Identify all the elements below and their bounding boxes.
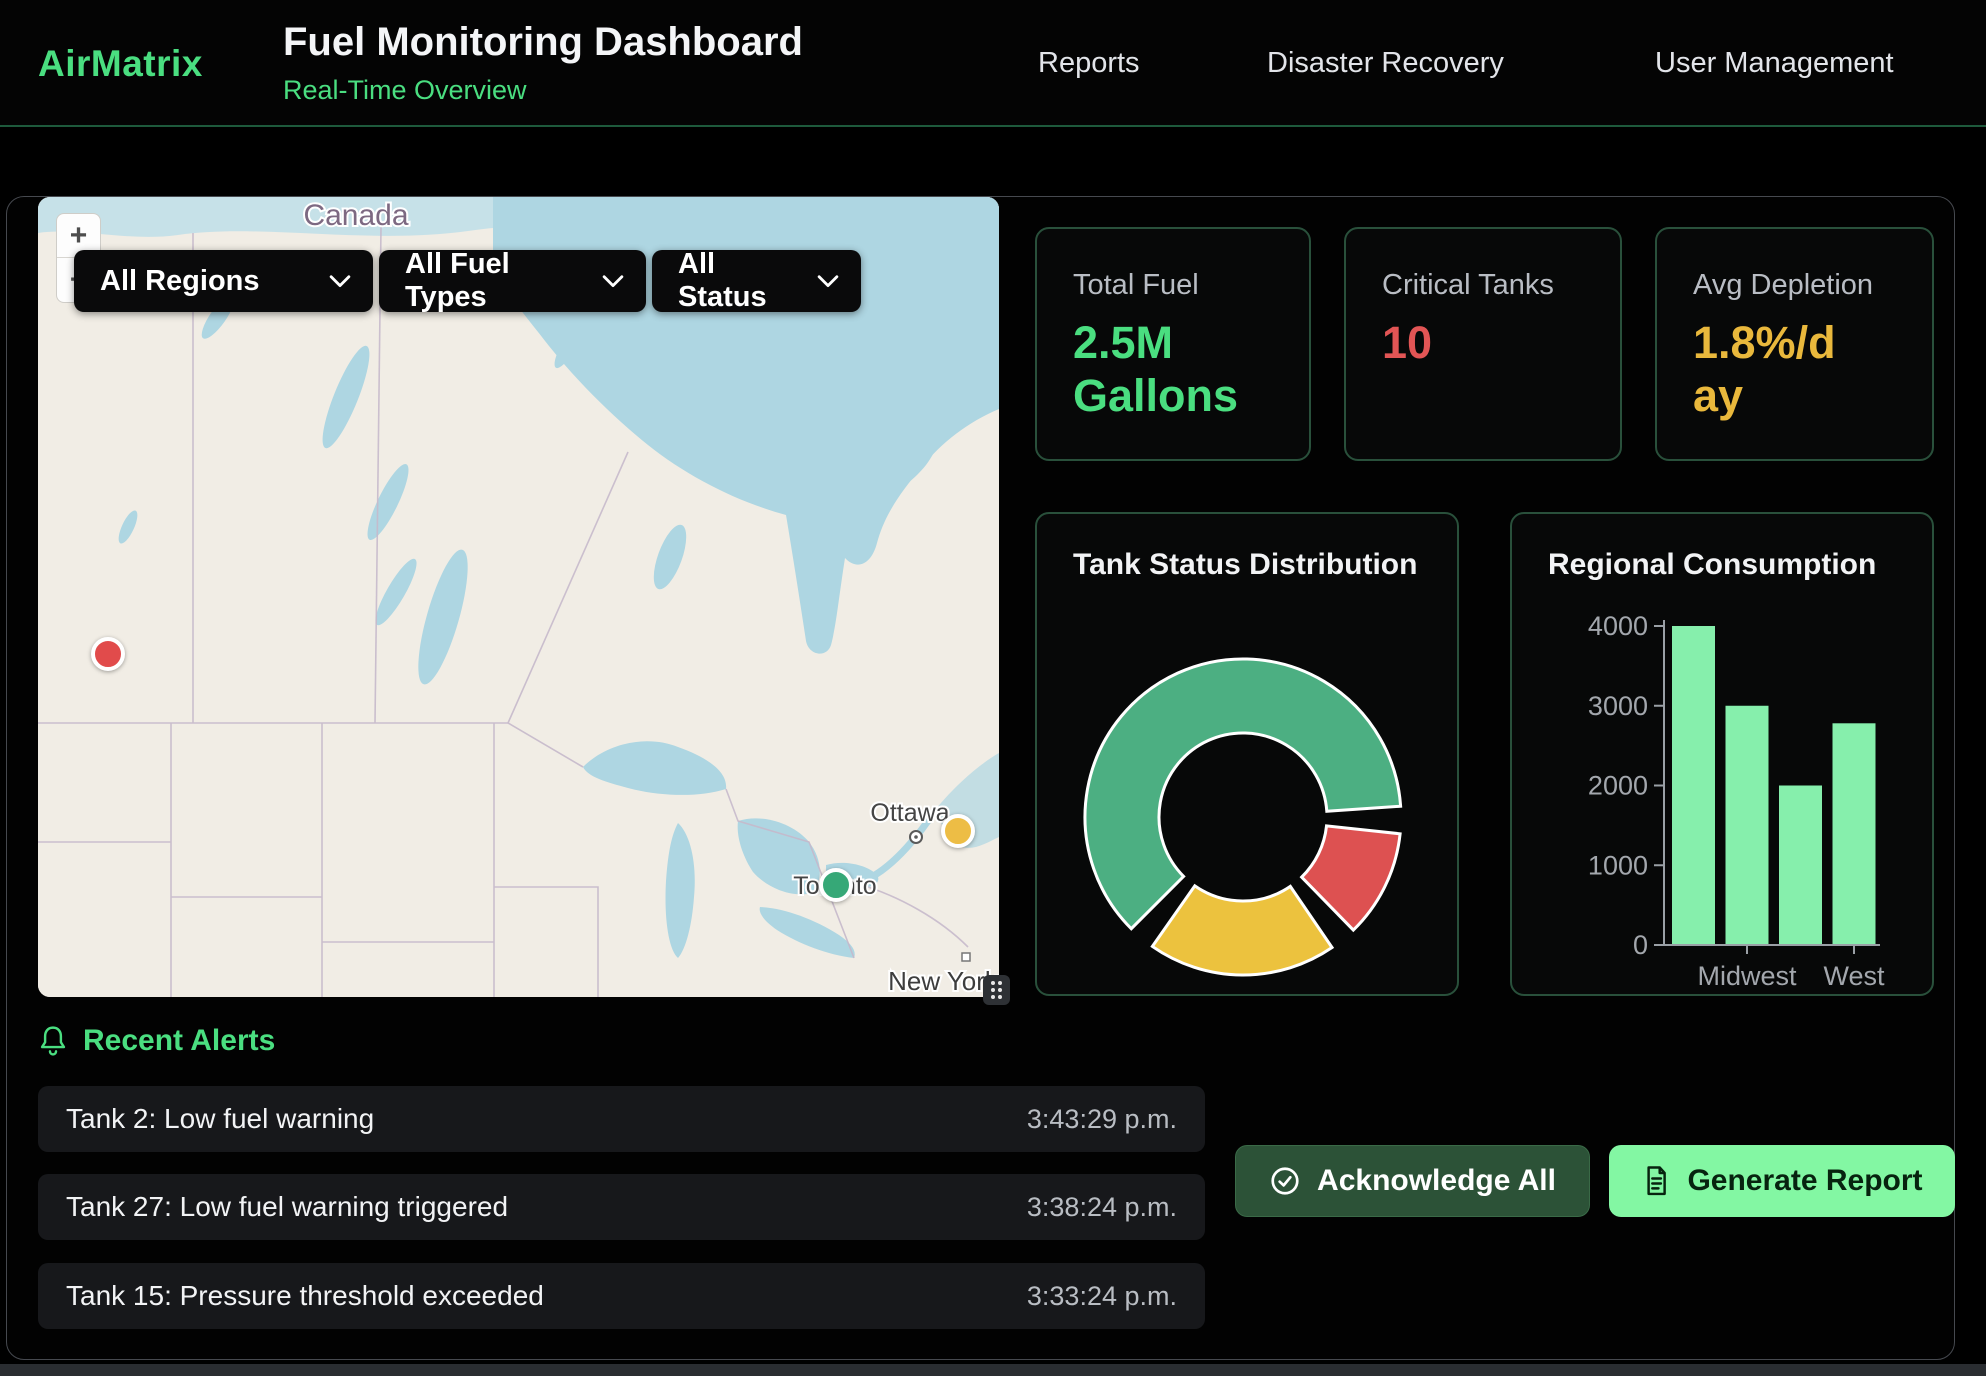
donut-chart xyxy=(1037,514,1461,998)
fuel-type-filter-dropdown[interactable]: All Fuel Types xyxy=(379,250,646,312)
page-title: Fuel Monitoring Dashboard xyxy=(283,20,803,65)
city-dot-new-york xyxy=(962,953,970,961)
chevron-down-icon xyxy=(602,275,624,288)
stat-label: Avg Depletion xyxy=(1693,269,1896,302)
stat-label: Total Fuel xyxy=(1073,269,1273,302)
y-tick-label: 0 xyxy=(1633,930,1648,960)
bar-region-3 xyxy=(1779,786,1822,946)
alert-text: Tank 27: Low fuel warning triggered xyxy=(66,1191,508,1223)
y-tick-label: 3000 xyxy=(1588,691,1648,721)
page-subtitle: Real-Time Overview xyxy=(283,75,803,106)
header: AirMatrix Fuel Monitoring Dashboard Real… xyxy=(0,0,1986,127)
alert-row[interactable]: Tank 15: Pressure threshold exceeded 3:33… xyxy=(38,1263,1205,1329)
y-tick-label: 4000 xyxy=(1588,611,1648,641)
alert-text: Tank 2: Low fuel warning xyxy=(66,1103,374,1135)
stat-card-critical-tanks: Critical Tanks 10 xyxy=(1344,227,1622,461)
stat-label: Critical Tanks xyxy=(1382,269,1584,302)
nav-reports[interactable]: Reports xyxy=(1038,0,1140,127)
stat-value: 2.5M Gallons xyxy=(1073,316,1273,422)
tank-marker-warning[interactable] xyxy=(941,814,975,848)
nav-disaster-recovery[interactable]: Disaster Recovery xyxy=(1267,0,1504,127)
fuel-map[interactable]: Canada Ottawa Toronto New York xyxy=(38,197,999,997)
map-canvas: Canada Ottawa Toronto New York xyxy=(38,197,999,997)
acknowledge-all-button[interactable]: Acknowledge All xyxy=(1235,1145,1590,1217)
chevron-down-icon xyxy=(329,275,351,288)
donut-segment-critical xyxy=(1302,826,1400,930)
bar-chart: 0 1000 2000 3000 4000 Midwest West xyxy=(1512,514,1936,998)
map-drag-handle-icon[interactable] xyxy=(983,975,1010,1005)
y-tick-label: 1000 xyxy=(1588,850,1648,880)
stat-card-total-fuel: Total Fuel 2.5M Gallons xyxy=(1035,227,1311,461)
y-tick-label: 2000 xyxy=(1588,771,1648,801)
stat-value: 1.8%/day xyxy=(1693,316,1845,422)
tank-status-donut-card: Tank Status Distribution xyxy=(1035,512,1459,996)
region-filter-dropdown[interactable]: All Regions xyxy=(74,250,373,312)
city-dot-ottawa xyxy=(910,831,922,843)
alert-row[interactable]: Tank 27: Low fuel warning triggered 3:38:… xyxy=(38,1174,1205,1240)
donut-segment-warning xyxy=(1152,886,1332,975)
stat-value: 10 xyxy=(1382,316,1584,369)
recent-alerts-title: Recent Alerts xyxy=(83,1024,275,1058)
map-label-country: Canada xyxy=(303,199,408,232)
map-filters: All Regions All Fuel Types All Status xyxy=(74,250,861,312)
map-label-ottawa: Ottawa xyxy=(870,799,949,827)
chevron-down-icon xyxy=(817,275,839,288)
bell-icon xyxy=(38,1024,68,1058)
nav-user-management[interactable]: User Management xyxy=(1655,0,1894,127)
alert-text: Tank 15: Pressure threshold exceeded xyxy=(66,1280,544,1312)
stat-card-avg-depletion: Avg Depletion 1.8%/day xyxy=(1655,227,1934,461)
file-text-icon xyxy=(1641,1165,1671,1197)
tank-marker-normal[interactable] xyxy=(819,868,853,902)
app-logo: AirMatrix xyxy=(38,0,203,127)
alert-time: 3:43:29 p.m. xyxy=(1027,1104,1177,1135)
alert-time: 3:38:24 p.m. xyxy=(1027,1192,1177,1223)
x-tick-label: West xyxy=(1823,961,1885,991)
x-tick-label: Midwest xyxy=(1697,961,1797,991)
bar-region-1 xyxy=(1672,626,1715,945)
tank-marker-critical[interactable] xyxy=(91,637,125,671)
alert-time: 3:33:24 p.m. xyxy=(1027,1281,1177,1312)
check-circle-icon xyxy=(1269,1165,1301,1197)
bar-West xyxy=(1833,723,1876,945)
generate-report-button[interactable]: Generate Report xyxy=(1609,1145,1955,1217)
bar-Midwest xyxy=(1726,706,1769,945)
alert-row[interactable]: Tank 2: Low fuel warning 3:43:29 p.m. xyxy=(38,1086,1205,1152)
bottom-scrollbar[interactable] xyxy=(0,1364,1986,1376)
regional-consumption-card: Regional Consumption 01000200030004000Mi… xyxy=(1510,512,1934,996)
status-filter-dropdown[interactable]: All Status xyxy=(652,250,861,312)
